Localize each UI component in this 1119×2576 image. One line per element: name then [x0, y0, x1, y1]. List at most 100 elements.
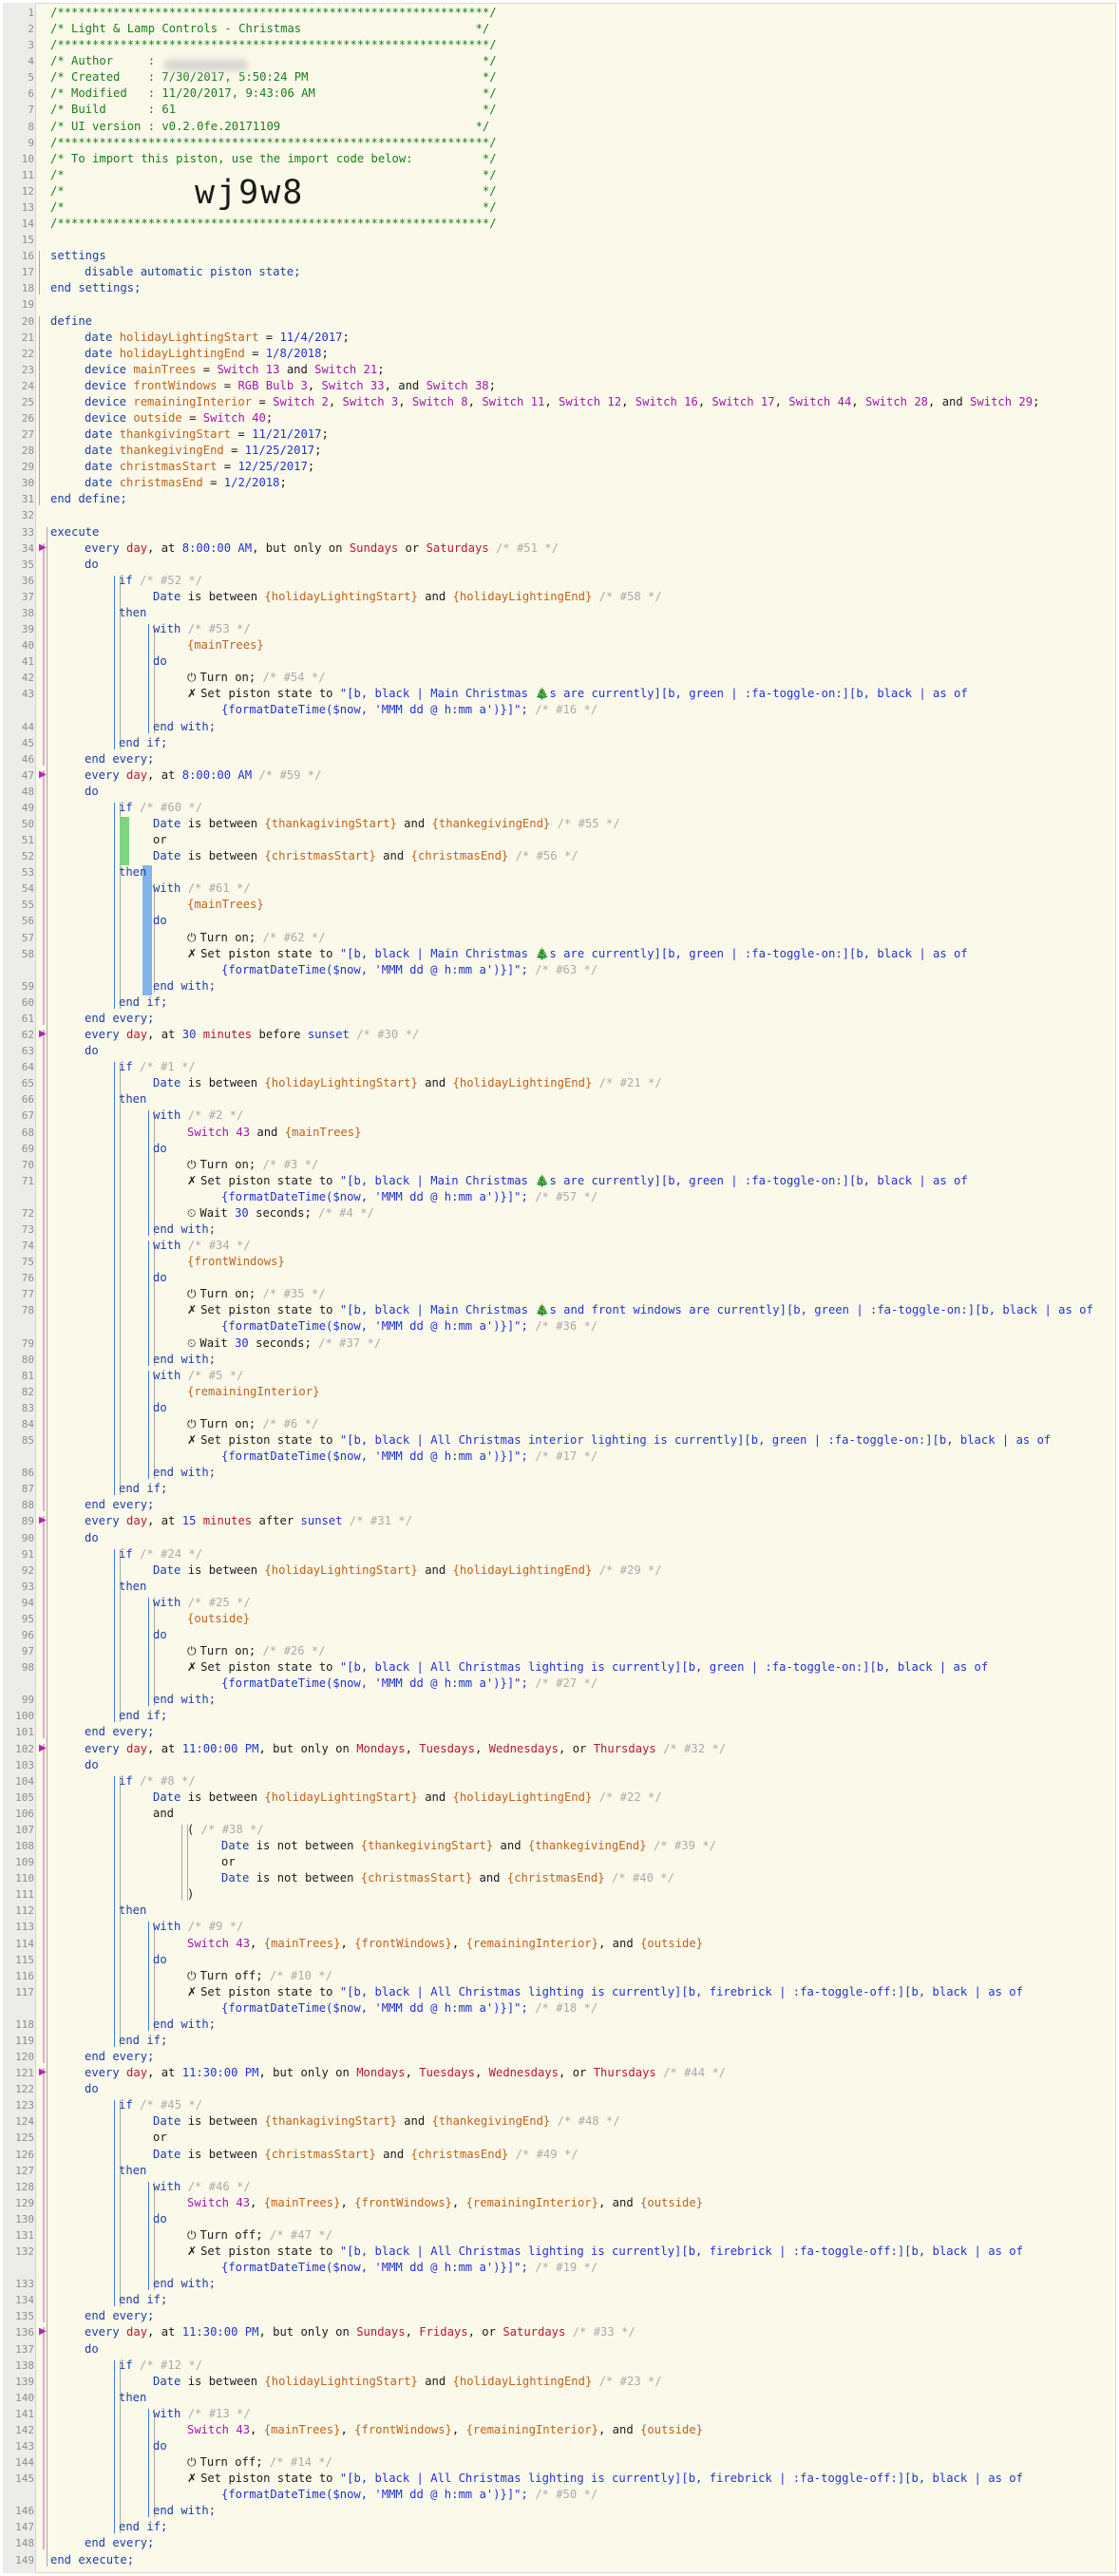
code-token: Date [221, 1839, 250, 1853]
code-token: do [85, 2341, 99, 2356]
line-number: 117 [15, 1985, 34, 1998]
code-token: /* #6 */ [256, 1416, 319, 1430]
code-token: ; [488, 378, 496, 392]
code-token: Switch 43 [187, 2195, 251, 2209]
code-line: end execute; [50, 2552, 134, 2568]
code-token: {formatDateTime($now, 'MMM dd @ h:mm a')… [221, 962, 528, 976]
statement-icon: ⏻ [187, 1968, 200, 1982]
every-block-marker [43, 542, 45, 766]
code-token: every [85, 1741, 127, 1755]
code-token: then [119, 2390, 147, 2404]
code-line: ✗ Set piston state to "[b, black | All C… [187, 1984, 1023, 2000]
code-token: ; [265, 411, 274, 425]
code-line: ✗ Set piston state to "[b, black | Main … [187, 946, 968, 962]
code-token: Set piston state to [200, 1303, 340, 1317]
line-number: 25 [21, 395, 34, 408]
settings-guide [39, 251, 40, 295]
code-token: "[b, black | All Christmas interior ligh… [339, 1433, 1052, 1448]
code-token: sunset [307, 1028, 350, 1042]
code-token: = [258, 330, 280, 344]
line-number: 66 [21, 1093, 34, 1107]
code-token: = [252, 394, 274, 408]
code-token: is between [180, 1076, 265, 1090]
code-token: {remainingInterior} [187, 1384, 320, 1398]
line-number: 128 [15, 2180, 34, 2193]
line-number: 60 [21, 995, 34, 1009]
code-line: Date is between {thankagivingStart} and … [153, 816, 620, 832]
code-token: 30 [235, 1205, 249, 1220]
line-number: 106 [15, 1807, 34, 1820]
code-token: , [405, 2325, 420, 2339]
line-number: 112 [15, 1904, 34, 1918]
collapse-toggle-icon[interactable]: ▶ [39, 2326, 47, 2337]
code-token: end if; [119, 1709, 168, 1723]
code-token: , at [147, 1514, 182, 1528]
code-token: Mondays [356, 2066, 406, 2080]
statement-icon: ✗ [187, 1173, 201, 1187]
line-number: 80 [21, 1353, 34, 1366]
code-token: /* #59 */ [252, 767, 322, 782]
line-number: 54 [21, 882, 34, 896]
line-number: 55 [21, 899, 34, 912]
code-line: do [153, 2438, 167, 2454]
collapse-toggle-icon[interactable]: ▶ [39, 1743, 47, 1753]
code-token: do [85, 1757, 99, 1771]
line-number: 62 [21, 1029, 34, 1042]
code-token: /* #12 */ [132, 2358, 203, 2372]
collapse-toggle-icon[interactable]: ▶ [39, 769, 47, 780]
code-line: end every; [85, 1011, 154, 1027]
code-line: do [153, 1400, 167, 1416]
line-number: 58 [21, 947, 34, 960]
line-number: 33 [21, 525, 34, 539]
code-token: /* UI version : v0.2.0fe.20171109 */ [50, 119, 490, 133]
code-line: {formatDateTime($now, 'MMM dd @ h:mm a')… [221, 2000, 597, 2017]
code-token: Tuesdays [419, 2066, 475, 2080]
code-line: ✗ Set piston state to "[b, black | All C… [187, 2471, 1023, 2487]
code-token: /* Author : */ [50, 54, 497, 68]
code-token: day [126, 767, 148, 782]
code-token: /* #44 */ [655, 2066, 727, 2080]
collapse-toggle-icon[interactable]: ▶ [39, 1515, 47, 1525]
code-line: end if; [119, 2033, 167, 2049]
every-block-marker [43, 769, 45, 1025]
line-number: 90 [21, 1531, 34, 1544]
code-line: Date is between {holidayLightingStart} a… [153, 1563, 662, 1579]
code-token: and [375, 2147, 411, 2161]
line-number: 87 [21, 1483, 34, 1496]
collapse-toggle-icon[interactable]: ▶ [39, 2067, 47, 2077]
line-number: 121 [15, 2067, 34, 2080]
code-token: /* #57 */ [527, 1189, 598, 1203]
collapse-toggle-icon[interactable]: ▶ [39, 542, 47, 553]
line-number: 23 [21, 363, 34, 376]
code-token: end if; [119, 994, 168, 1009]
code-token: outside [133, 411, 182, 425]
import-code[interactable]: wj9w8 [195, 174, 304, 212]
code-token: "[b, black | Main Christmas [339, 946, 536, 960]
code-token: Switch 43 [187, 1125, 251, 1139]
code-line: Date is between {holidayLightingStart} a… [153, 2374, 662, 2390]
code-token: /* #62 */ [256, 930, 326, 944]
line-number: 4 [28, 55, 34, 68]
code-line: ⏻ Turn on; /* #54 */ [187, 670, 326, 686]
code-token: do [153, 2211, 167, 2226]
code-line: with /* #5 */ [153, 1368, 243, 1384]
code-token: , [250, 2422, 264, 2436]
code-token: {frontWindows} [187, 1255, 285, 1269]
code-token: {holidayLightingEnd} [452, 1563, 593, 1577]
code-token: /* #22 */ [592, 1790, 662, 1804]
line-number: 18 [21, 282, 34, 295]
line-number: 53 [21, 866, 34, 880]
line-number: 144 [15, 2456, 34, 2470]
collapse-toggle-icon[interactable]: ▶ [39, 1029, 47, 1039]
code-line: end if; [119, 994, 167, 1011]
statement-icon: ⏻ [187, 930, 200, 944]
code-line: do [153, 1627, 167, 1643]
code-line: end define; [50, 491, 127, 507]
code-token: /***************************************… [50, 6, 497, 19]
code-token: end with; [153, 1222, 217, 1236]
code-token: Switch 33 [321, 378, 385, 392]
code-token: , at [147, 767, 182, 782]
code-token: Saturdays [503, 2325, 566, 2339]
code-token: {outside} [640, 2422, 704, 2436]
